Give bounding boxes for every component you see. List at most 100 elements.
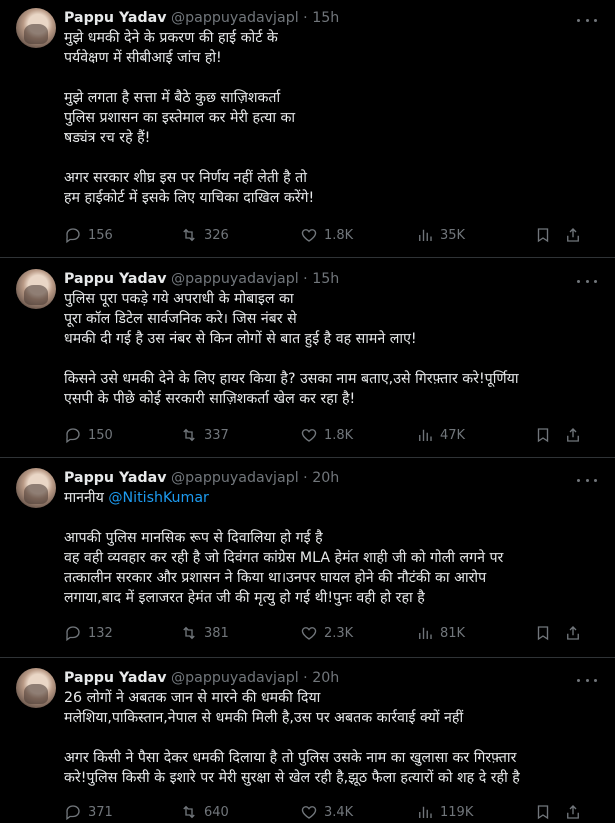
author-handle[interactable]: @pappuyadavjapl [171,470,299,486]
mention-link[interactable]: @NitishKumar [108,490,209,506]
more-icon[interactable] [577,273,597,289]
author-handle[interactable]: @pappuyadavjapl [171,10,299,26]
tweet[interactable]: Pappu Yadav @pappuyadavjapl · 20h 26 लोग… [0,660,615,822]
author-handle[interactable]: @pappuyadavjapl [171,271,299,287]
avatar[interactable] [16,269,56,309]
tweet-line: करे!पुलिस किसी के इशारे पर मेरी सुरक्षा … [64,770,520,786]
tweet-line [64,349,601,369]
timestamp[interactable]: 15h [312,10,339,26]
repost-count: 381 [204,625,229,641]
tweet-line [64,148,601,168]
tweet[interactable]: Pappu Yadav @pappuyadavjapl · 15h मुझे ध… [0,0,615,258]
author-name[interactable]: Pappu Yadav [64,271,166,287]
mention-prefix: माननीय [64,490,109,506]
timestamp[interactable]: 15h [312,271,339,287]
reply-icon [66,228,80,244]
like-icon [301,627,317,640]
tweet-text: मुझे धमकी देने के प्रकरण की हाई कोर्ट के… [64,28,601,208]
tweet-text: 26 लोगों ने अबतक जान से मारने की धमकी दि… [64,688,601,788]
reply-icon [66,626,80,642]
like-button[interactable]: 1.8K [300,226,353,244]
like-count: 3.4K [324,804,354,820]
reply-button[interactable]: 132 [64,624,113,642]
like-count: 1.8K [324,427,354,443]
tweet-line: 26 लोगों ने अबतक जान से मारने की धमकी दि… [64,690,321,706]
share-icon [567,805,579,819]
tweet[interactable]: Pappu Yadav @pappuyadavjapl · 20h माननीय… [0,460,615,658]
repost-button[interactable]: 326 [180,226,229,244]
author-name[interactable]: Pappu Yadav [64,470,166,486]
share-button[interactable] [564,226,582,244]
tweet-line: षड्यंत्र रच रहे हैं! [64,130,151,146]
like-button[interactable]: 2.3K [300,624,353,642]
tweet-line: पूरा कॉल डिटेल सार्वजनिक करे। जिस नंबर स… [64,311,297,327]
bookmark-button[interactable] [534,803,552,821]
repost-button[interactable]: 337 [180,426,229,444]
share-button[interactable] [564,426,582,444]
timestamp[interactable]: 20h [312,670,339,686]
views-button[interactable]: 119K [416,803,473,821]
views-icon [419,429,432,441]
tweet-line: एसपी के पीछे कोई सरकारी साज़िशकर्ता खेल … [64,391,356,407]
author-name[interactable]: Pappu Yadav [64,10,166,26]
tweet[interactable]: Pappu Yadav @pappuyadavjapl · 15h पुलिस … [0,261,615,458]
author-name[interactable]: Pappu Yadav [64,670,166,686]
bookmark-button[interactable] [534,624,552,642]
share-icon [567,428,579,442]
tweet-line: मुझे धमकी देने के प्रकरण की हाई कोर्ट के [64,30,278,46]
tweet-actions: 371 640 3.4K 119K [64,803,599,823]
tweet-line: पुलिस पूरा पकड़े गये अपराधी के मोबाइल का [64,291,294,307]
views-count: 35K [440,227,466,243]
tweet-line: वह वही व्यवहार कर रही है जो दिवंगत कांग्… [64,550,504,566]
bookmark-icon [537,626,549,641]
tweet-line: धमकी दी गई है उस नंबर से किन लोगों से बा… [64,331,417,347]
repost-icon [183,805,195,819]
tweet-line: किसने उसे धमकी देने के लिए हायर किया है?… [64,371,519,387]
tweet-header: Pappu Yadav @pappuyadavjapl · 20h [64,470,340,486]
reply-button[interactable]: 371 [64,803,113,821]
more-icon[interactable] [577,672,597,688]
more-icon[interactable] [577,472,597,488]
reply-count: 132 [88,625,113,641]
repost-button[interactable]: 640 [180,803,229,821]
timestamp[interactable]: 20h [312,470,339,486]
tweet-header: Pappu Yadav @pappuyadavjapl · 20h [64,670,340,686]
repost-count: 640 [204,804,229,820]
avatar[interactable] [16,668,56,708]
share-button[interactable] [564,624,582,642]
share-button[interactable] [564,803,582,821]
views-count: 119K [440,804,474,820]
bookmark-button[interactable] [534,426,552,444]
bookmark-icon [537,228,549,243]
tweet-line [64,68,601,88]
views-button[interactable]: 35K [416,226,465,244]
reply-icon [66,428,80,444]
like-count: 2.3K [324,625,354,641]
like-button[interactable]: 3.4K [300,803,353,821]
like-icon [301,229,317,242]
tweet-line: अगर किसी ने पैसा देकर धमकी दिलाया है तो … [64,750,517,766]
reply-button[interactable]: 156 [64,226,113,244]
bookmark-icon [537,805,549,820]
tweet-line: लगाया,बाद में इलाजरत हेमंत जी की मृत्यु … [64,590,425,606]
repost-icon [183,428,195,442]
avatar[interactable] [16,8,56,48]
bookmark-button[interactable] [534,226,552,244]
tweet-actions: 132 381 2.3K 81K [64,624,599,644]
more-icon[interactable] [577,12,597,28]
like-button[interactable]: 1.8K [300,426,353,444]
tweet-line [64,728,601,748]
views-icon [419,806,432,818]
views-button[interactable]: 81K [416,624,465,642]
tweet-line [64,508,601,528]
views-button[interactable]: 47K [416,426,465,444]
tweet-line: मलेशिया,पाकिस्तान,नेपाल से धमकी मिली है,… [64,710,464,726]
tweet-line: माननीय @NitishKumar [64,488,601,508]
reply-button[interactable]: 150 [64,426,113,444]
views-icon [419,229,432,241]
avatar[interactable] [16,468,56,508]
repost-button[interactable]: 381 [180,624,229,642]
share-icon [567,228,579,242]
author-handle[interactable]: @pappuyadavjapl [171,670,299,686]
reply-count: 371 [88,804,113,820]
